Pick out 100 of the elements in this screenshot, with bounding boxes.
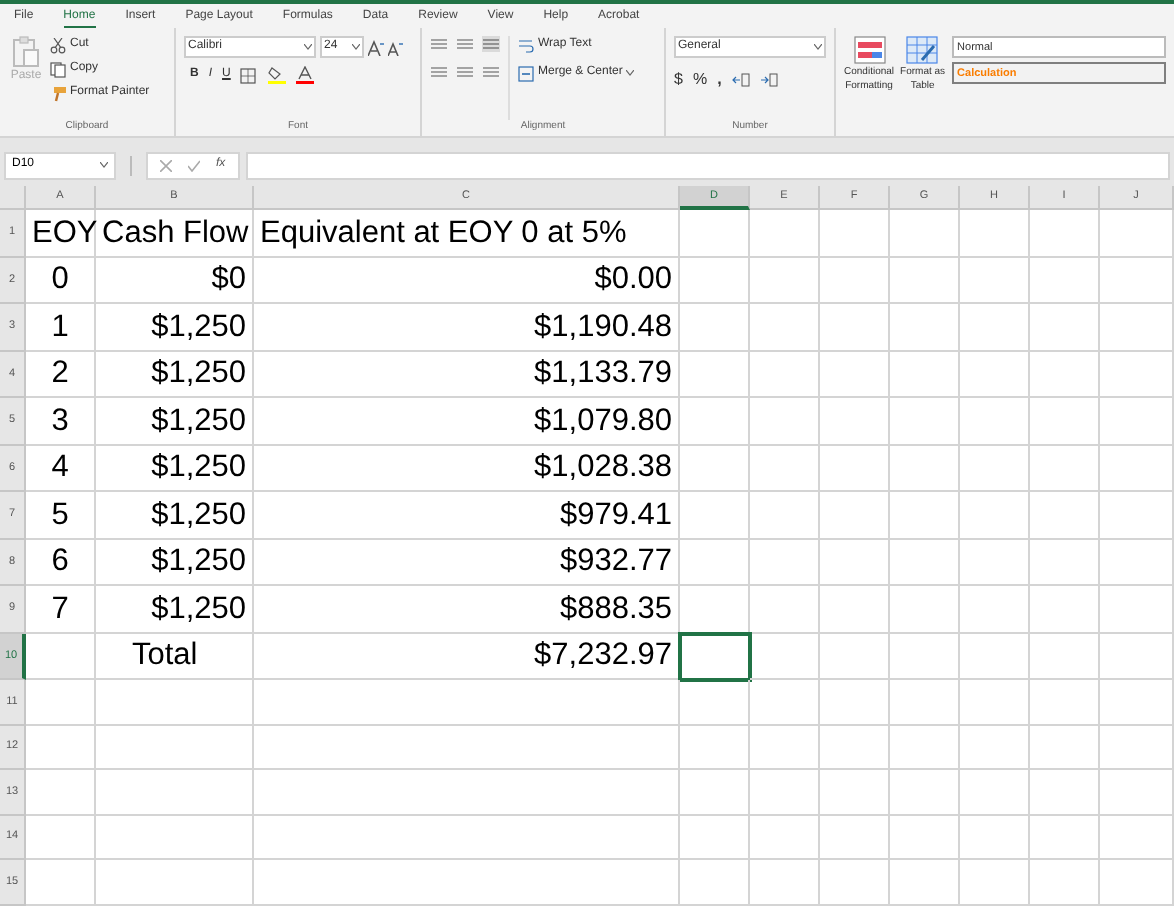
grid-cell[interactable] — [26, 680, 96, 725]
grid-cell[interactable] — [254, 725, 680, 770]
table-cell[interactable]: Equivalent at EOY 0 at 5% — [254, 210, 680, 257]
grid-cell[interactable] — [960, 492, 1030, 539]
table-icon[interactable] — [906, 36, 939, 64]
grid-cell[interactable] — [680, 351, 750, 398]
table-cell[interactable]: $1,250 — [96, 398, 254, 445]
grid-cell[interactable] — [1030, 770, 1100, 815]
grid-cell[interactable] — [96, 770, 254, 815]
grid-cell[interactable] — [890, 257, 960, 304]
table-cell[interactable]: $1,250 — [96, 539, 254, 586]
grid-cell[interactable] — [890, 492, 960, 539]
grid-cell[interactable] — [820, 725, 890, 770]
grid-cell[interactable] — [1030, 445, 1100, 492]
grid-cell[interactable] — [1030, 680, 1100, 725]
table-cell[interactable]: 4 — [26, 445, 96, 492]
grid-cell[interactable] — [960, 770, 1030, 815]
grid-cell[interactable] — [1100, 586, 1174, 633]
grid-cell[interactable] — [820, 445, 890, 492]
table-cell[interactable]: $1,190.48 — [254, 304, 680, 351]
grid-cell[interactable] — [26, 815, 96, 860]
grid-cell[interactable] — [1030, 586, 1100, 633]
grid-cell[interactable] — [820, 586, 890, 633]
grid-cell[interactable] — [680, 210, 750, 257]
grid-cell[interactable] — [750, 257, 820, 304]
grid-cell[interactable] — [96, 860, 254, 905]
table-cell[interactable]: EOY — [26, 210, 96, 257]
comma-button[interactable]: , — [717, 68, 722, 92]
center-icon[interactable] — [456, 64, 474, 80]
grid-cell[interactable] — [26, 633, 96, 680]
shrink-font-icon[interactable] — [388, 39, 404, 55]
borders-icon[interactable] — [240, 67, 259, 83]
conditional-formatting-icon[interactable] — [853, 36, 886, 64]
table-cell[interactable]: $0 — [96, 257, 254, 304]
grid-cell[interactable] — [1100, 770, 1174, 815]
grid-cell[interactable] — [890, 860, 960, 905]
grid-cell[interactable] — [680, 398, 750, 445]
table-cell[interactable]: 3 — [26, 398, 96, 445]
grid-cell[interactable] — [890, 304, 960, 351]
grid-cell[interactable] — [820, 770, 890, 815]
grid-cell[interactable] — [960, 351, 1030, 398]
paintbrush-icon[interactable] — [50, 85, 66, 101]
formula-field[interactable] — [245, 151, 1170, 179]
table-cell[interactable]: $1,250 — [96, 492, 254, 539]
grid-cell[interactable] — [750, 351, 820, 398]
grid-cell[interactable] — [750, 304, 820, 351]
grid-cell[interactable] — [960, 304, 1030, 351]
grid-cell[interactable] — [750, 815, 820, 860]
grid-cell[interactable] — [960, 680, 1030, 725]
table-cell[interactable]: 2 — [26, 351, 96, 398]
grid-cell[interactable] — [750, 633, 820, 680]
merge-icon[interactable] — [518, 65, 534, 81]
grid-cell[interactable] — [1100, 398, 1174, 445]
grid-cell[interactable] — [750, 539, 820, 586]
grid-cell[interactable] — [820, 210, 890, 257]
table-cell[interactable]: $932.77 — [254, 539, 680, 586]
grid-cell[interactable] — [890, 633, 960, 680]
grid-cell[interactable] — [680, 304, 750, 351]
table-cell[interactable]: $7,232.97 — [254, 633, 680, 680]
table-cell[interactable]: $1,250 — [96, 445, 254, 492]
grid-cell[interactable] — [890, 210, 960, 257]
grid-cell[interactable] — [890, 539, 960, 586]
grow-font-icon[interactable] — [368, 39, 384, 55]
table-cell[interactable]: $1,133.79 — [254, 351, 680, 398]
table-cell[interactable]: $979.41 — [254, 492, 680, 539]
grid-cell[interactable] — [820, 633, 890, 680]
grid-cell[interactable] — [26, 770, 96, 815]
grid-cell[interactable] — [1030, 304, 1100, 351]
grid-cell[interactable] — [820, 860, 890, 905]
decrease-decimal-icon[interactable] — [759, 72, 778, 88]
grid-cell[interactable] — [960, 539, 1030, 586]
grid-cell[interactable] — [26, 725, 96, 770]
grid-cell[interactable] — [1100, 815, 1174, 860]
enter-icon[interactable] — [188, 159, 200, 171]
grid-cell[interactable] — [890, 398, 960, 445]
grid-cell[interactable] — [750, 398, 820, 445]
grid-cell[interactable] — [960, 815, 1030, 860]
table-cell[interactable]: $1,250 — [96, 351, 254, 398]
grid-cell[interactable] — [890, 770, 960, 815]
table-cell[interactable]: 0 — [26, 257, 96, 304]
grid-cell[interactable] — [254, 680, 680, 725]
table-cell[interactable]: 6 — [26, 539, 96, 586]
wrap-icon[interactable] — [518, 37, 534, 53]
table-cell[interactable]: $1,079.80 — [254, 398, 680, 445]
grid-cell[interactable] — [820, 351, 890, 398]
grid-cell[interactable] — [1100, 210, 1174, 257]
selected-cell[interactable] — [680, 633, 750, 680]
table-cell[interactable]: 7 — [26, 586, 96, 633]
middle-align-icon[interactable] — [456, 36, 474, 52]
table-cell[interactable]: 1 — [26, 304, 96, 351]
grid-cell[interactable] — [960, 445, 1030, 492]
grid-cell[interactable] — [1100, 351, 1174, 398]
grid-cell[interactable] — [820, 539, 890, 586]
table-cell[interactable]: $1,028.38 — [254, 445, 680, 492]
grid-cell[interactable] — [820, 492, 890, 539]
grid-cell[interactable] — [890, 445, 960, 492]
grid-cell[interactable] — [680, 680, 750, 725]
table-cell[interactable]: $1,250 — [96, 304, 254, 351]
grid-cell[interactable] — [750, 445, 820, 492]
grid-cell[interactable] — [26, 860, 96, 905]
